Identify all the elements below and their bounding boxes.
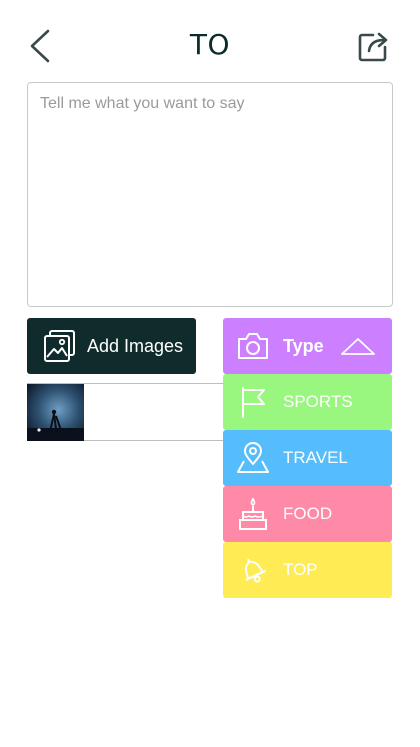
bell-icon [223,542,283,598]
share-icon [358,32,388,62]
type-item-label: SPORTS [283,392,353,411]
triangle-up-icon [341,338,375,355]
type-item-sports[interactable]: SPORTS [223,374,392,430]
type-item-top[interactable]: TOP [223,542,392,598]
message-input[interactable] [27,82,393,307]
type-menu-label: Type [283,335,324,356]
type-item-label: TOP [283,560,318,579]
type-item-label: TRAVEL [283,448,348,467]
share-button[interactable] [352,24,396,68]
camera-icon [223,318,283,374]
type-item-travel[interactable]: TRAVEL [223,430,392,486]
type-menu: Type SPORTS TRAVEL FOOD TOP [223,318,392,598]
add-images-button[interactable]: Add Images [27,318,196,374]
image-thumbnail[interactable] [27,384,84,441]
top-bar: TO [0,0,420,80]
add-images-label: Add Images [87,335,184,356]
map-pin-icon [223,430,283,486]
cake-icon [223,486,283,542]
selected-images-list [27,383,227,441]
type-menu-toggle[interactable]: Type [223,318,392,374]
type-item-label: FOOD [283,504,333,523]
flag-icon [223,374,283,430]
type-item-food[interactable]: FOOD [223,486,392,542]
images-icon [44,330,75,362]
